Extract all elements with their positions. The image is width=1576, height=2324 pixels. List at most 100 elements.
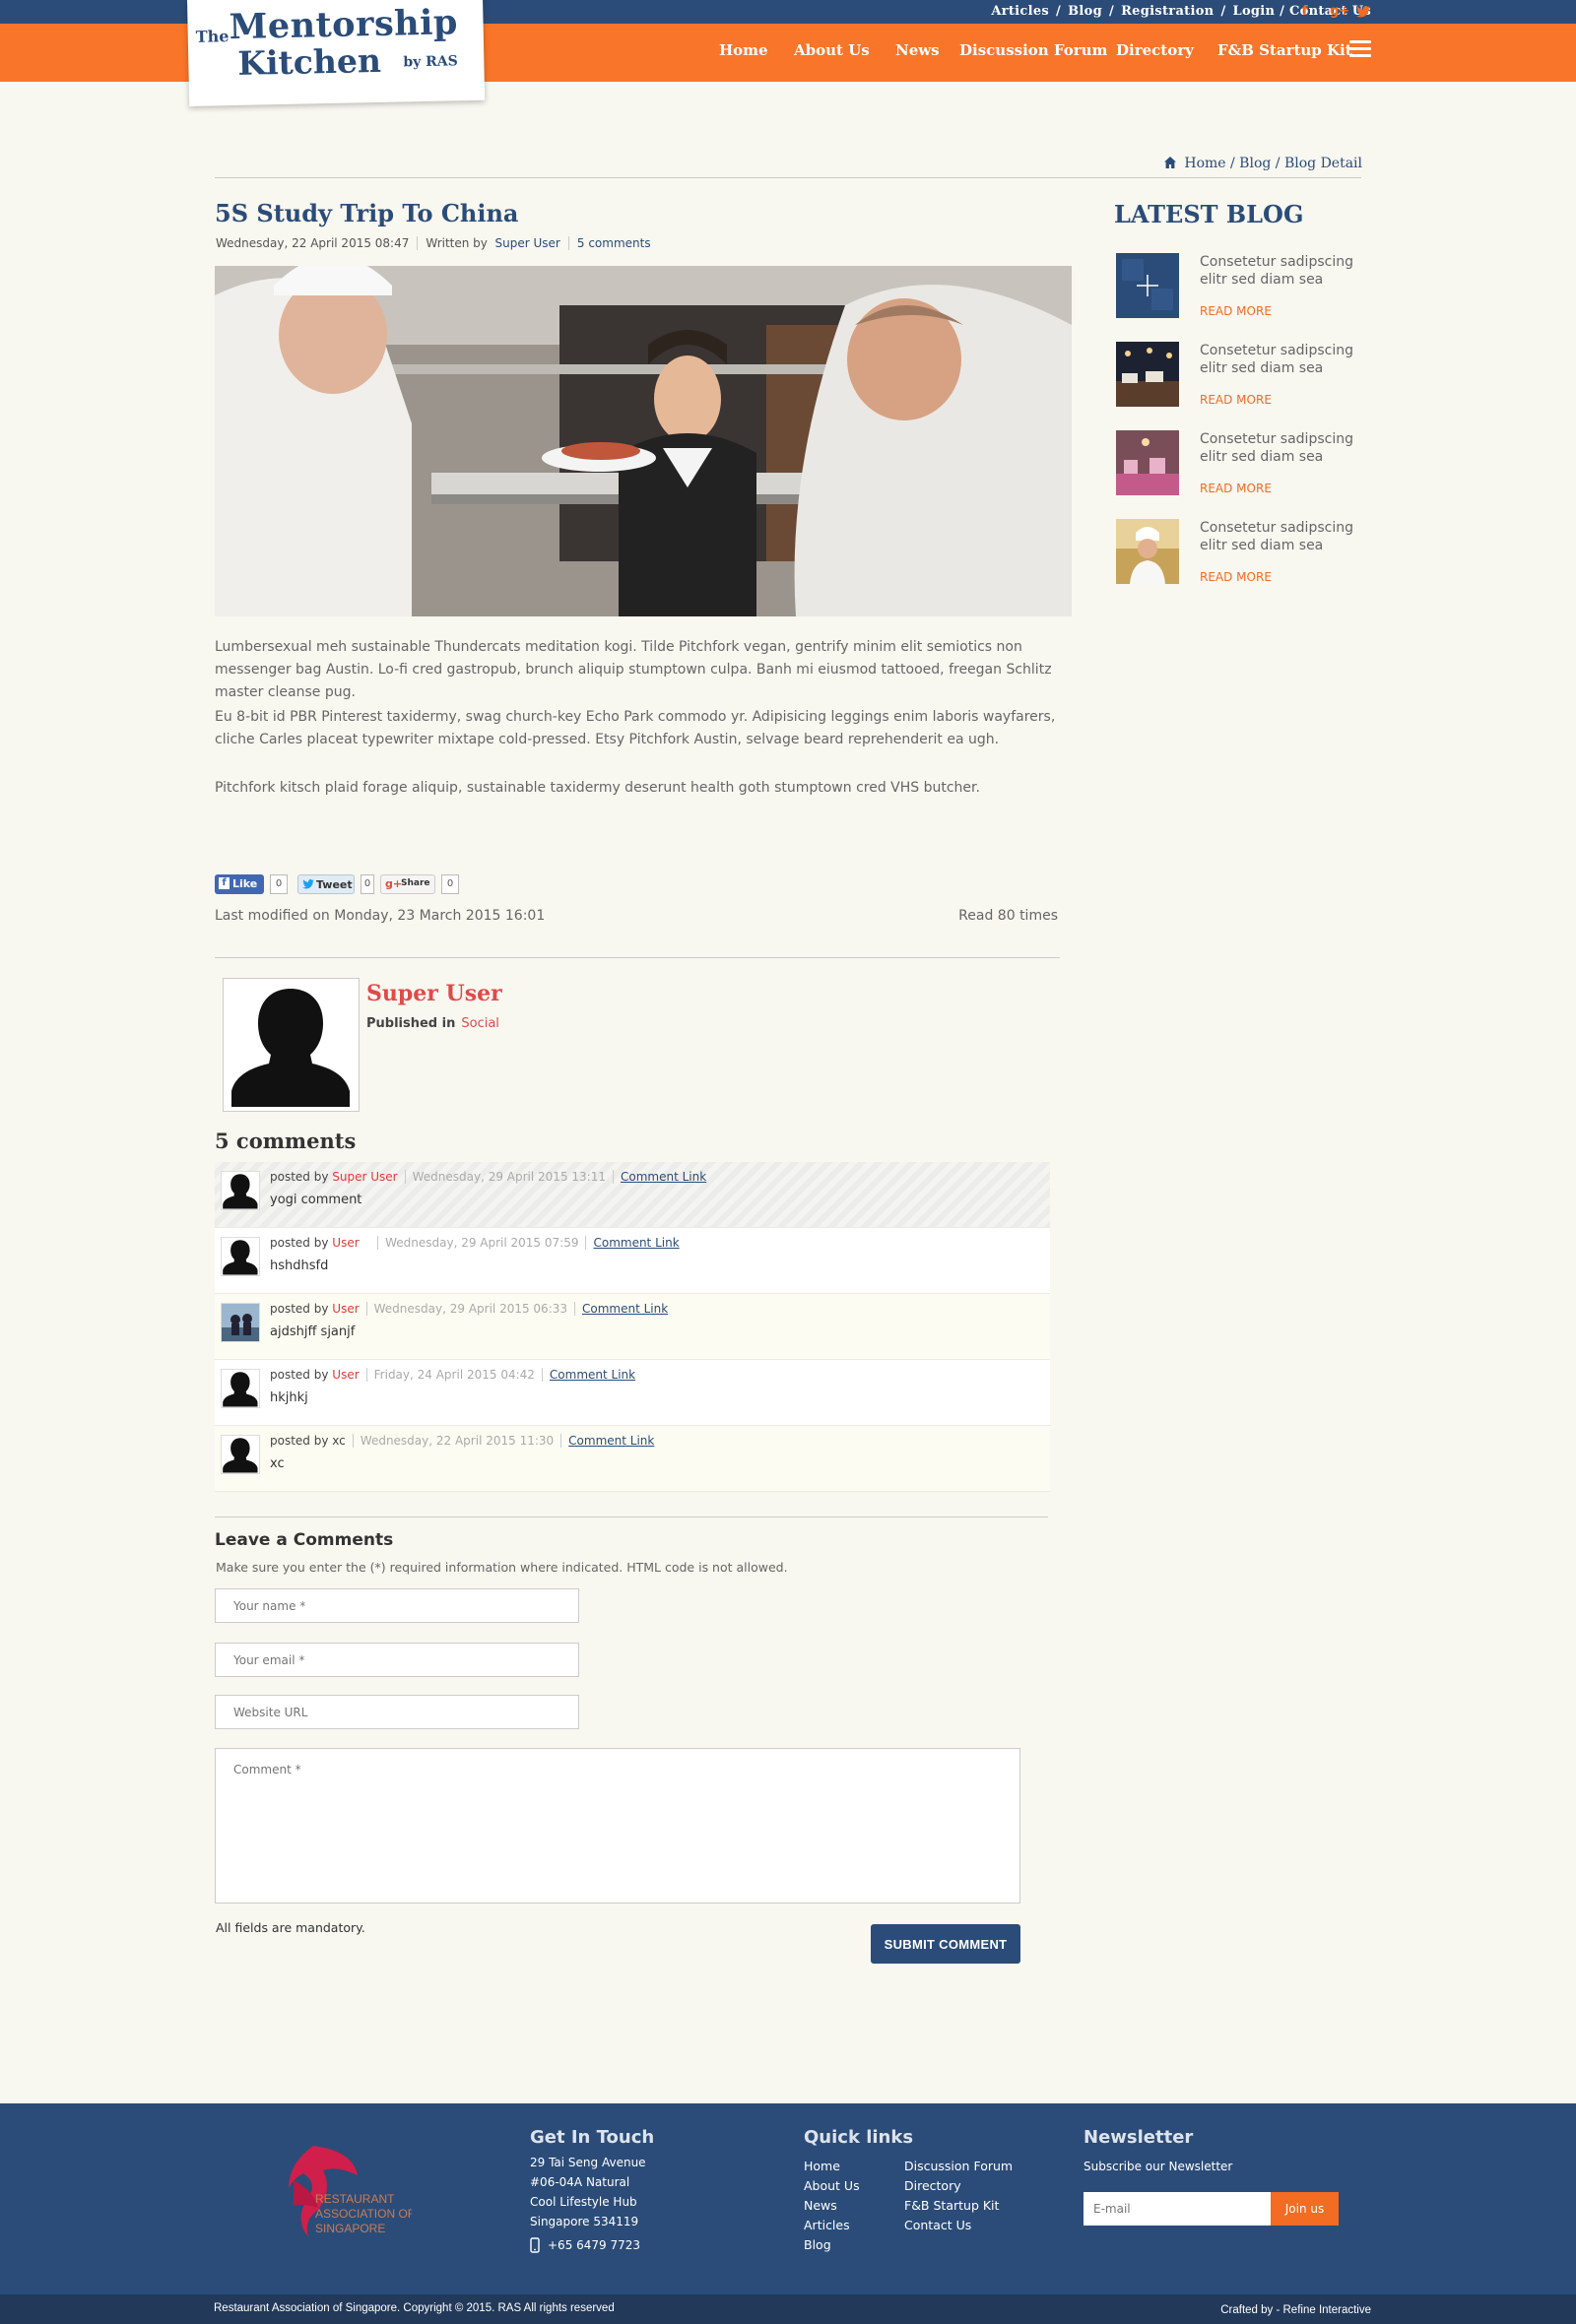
comment-list: posted by Super User Wednesday, 29 April … <box>215 1162 1050 1492</box>
comment-author[interactable]: User <box>332 1236 359 1250</box>
article-title: 5S Study Trip To China <box>215 199 519 227</box>
site-logo[interactable]: The Mentorship Kitchen by RAS <box>187 0 486 106</box>
google-plus-icon: g+ <box>385 877 403 890</box>
home-icon <box>1164 157 1177 168</box>
comment-text: xc <box>270 1456 285 1471</box>
breadcrumb-trail: / Blog / Blog Detail <box>1230 156 1362 171</box>
comment-link[interactable]: Comment Link <box>582 1302 668 1316</box>
footer-link-blog[interactable]: Blog <box>804 2237 831 2252</box>
top-link-articles[interactable]: Articles <box>991 4 1049 19</box>
avatar <box>221 1171 260 1210</box>
read-more-link[interactable]: READ MORE <box>1200 482 1272 495</box>
crafted-by-link[interactable]: Crafted by - Refine Interactive <box>1220 2304 1371 2316</box>
phone-number[interactable]: +65 6479 7723 <box>548 2235 640 2255</box>
latest-blog-item[interactable]: Consetetur sadipscing elitr sed diam sea… <box>1114 253 1370 322</box>
blog-thumbnail[interactable] <box>1116 519 1179 584</box>
article-comments-link[interactable]: 5 comments <box>577 236 651 250</box>
website-input[interactable] <box>215 1695 579 1729</box>
twitter-icon <box>302 879 314 889</box>
comment-author[interactable]: User <box>332 1302 359 1316</box>
ras-logo[interactable]: RESTAURANT ASSOCIATION OF SINGAPORE <box>264 2141 412 2249</box>
blog-title[interactable]: Consetetur sadipscing elitr sed diam sea <box>1200 519 1367 554</box>
google-share-button[interactable]: g+ Share <box>380 874 435 894</box>
comment-date: Wednesday, 22 April 2015 11:30 <box>360 1434 555 1448</box>
nav-fb-startup-kit[interactable]: F&B Startup Kit <box>1217 41 1352 59</box>
tweet-count: 0 <box>361 874 374 894</box>
blog-title[interactable]: Consetetur sadipscing elitr sed diam sea <box>1200 430 1367 466</box>
comment-date: Friday, 24 April 2015 04:42 <box>373 1368 535 1382</box>
comment-author[interactable]: xc <box>332 1434 346 1448</box>
read-more-link[interactable]: READ MORE <box>1200 304 1272 318</box>
menu-icon[interactable] <box>1349 40 1371 58</box>
breadcrumb: Home / Blog / Blog Detail <box>1164 156 1362 171</box>
form-note: Make sure you enter the (*) required inf… <box>216 1560 788 1575</box>
blog-thumbnail[interactable] <box>1116 253 1179 318</box>
comment-item: posted by User Friday, 24 April 2015 04:4… <box>215 1360 1050 1426</box>
avatar <box>221 1369 260 1408</box>
blog-thumbnail[interactable] <box>1116 430 1179 495</box>
top-links: Articles / Blog / Registration / Login / Conta… <box>991 4 1371 19</box>
blog-thumbnail[interactable] <box>1116 342 1179 407</box>
newsletter-email-input[interactable] <box>1084 2192 1271 2226</box>
address: 29 Tai Seng Avenue #06-04A Natural Cool … <box>530 2156 646 2228</box>
blog-title[interactable]: Consetetur sadipscing elitr sed diam sea <box>1200 342 1367 377</box>
read-more-link[interactable]: READ MORE <box>1200 570 1272 584</box>
nav-directory[interactable]: Directory <box>1116 41 1194 59</box>
comment-text: yogi comment <box>270 1193 362 1207</box>
breadcrumb-home[interactable]: Home <box>1184 156 1225 171</box>
comment-text: hshdhsfd <box>270 1259 329 1273</box>
footer: RESTAURANT ASSOCIATION OF SINGAPORE Get … <box>0 2103 1576 2294</box>
read-count: Read 80 times <box>958 908 1058 924</box>
author-avatar <box>223 978 360 1112</box>
read-more-link[interactable]: READ MORE <box>1200 393 1272 407</box>
quick-links-title: Quick links <box>804 2127 914 2148</box>
footer-link-about-us[interactable]: About Us <box>804 2178 860 2193</box>
twitter-icon[interactable] <box>1356 6 1370 18</box>
top-link-blog[interactable]: Blog <box>1068 4 1102 19</box>
nav-discussion-forum[interactable]: Discussion Forum <box>959 41 1107 59</box>
comment-link[interactable]: Comment Link <box>621 1170 706 1184</box>
comment-author[interactable]: Super User <box>332 1170 397 1184</box>
nav-home[interactable]: Home <box>719 41 768 59</box>
nav-about-us[interactable]: About Us <box>794 41 870 59</box>
google-plus-icon[interactable]: g+ <box>1330 4 1349 19</box>
top-link-registration[interactable]: Registration <box>1121 4 1214 19</box>
written-by-label: Written by <box>426 236 488 250</box>
comment-item: posted by User Wednesday, 29 April 2015 0… <box>215 1294 1050 1360</box>
email-input[interactable] <box>215 1643 579 1677</box>
latest-blog-item[interactable]: Consetetur sadipscing elitr sed diam sea… <box>1114 430 1370 499</box>
comment-item: posted by Super User Wednesday, 29 April … <box>215 1162 1050 1228</box>
author-name-link[interactable]: Super User <box>366 981 502 1006</box>
comment-author[interactable]: User <box>332 1368 359 1382</box>
comments-title: 5 comments <box>215 1129 357 1153</box>
newsletter-title: Newsletter <box>1084 2127 1194 2148</box>
facebook-icon[interactable]: f <box>1302 4 1308 19</box>
latest-blog-item[interactable]: Consetetur sadipscing elitr sed diam sea… <box>1114 519 1370 588</box>
blog-title[interactable]: Consetetur sadipscing elitr sed diam sea <box>1200 253 1367 289</box>
comment-textarea[interactable] <box>215 1748 1020 1904</box>
tweet-button[interactable]: Tweet <box>297 874 355 894</box>
article-author-link[interactable]: Super User <box>495 236 560 250</box>
category-link[interactable]: Social <box>461 1016 499 1031</box>
avatar <box>221 1237 260 1276</box>
divider <box>215 177 1361 178</box>
footer-link-discussion-forum[interactable]: Discussion Forum <box>904 2159 1013 2173</box>
article-hero-image <box>215 266 1072 616</box>
footer-link-fb-startup-kit[interactable]: F&B Startup Kit <box>904 2198 999 2213</box>
comment-text: hkjhkj <box>270 1390 308 1405</box>
footer-link-directory[interactable]: Directory <box>904 2178 961 2193</box>
footer-link-articles[interactable]: Articles <box>804 2218 850 2232</box>
latest-blog-item[interactable]: Consetetur sadipscing elitr sed diam sea… <box>1114 342 1370 411</box>
footer-link-news[interactable]: News <box>804 2198 837 2213</box>
footer-link-home[interactable]: Home <box>804 2159 840 2173</box>
nav-news[interactable]: News <box>895 41 940 59</box>
submit-comment-button[interactable]: SUBMIT COMMENT <box>871 1924 1020 1964</box>
comment-link[interactable]: Comment Link <box>593 1236 679 1250</box>
comment-link[interactable]: Comment Link <box>568 1434 654 1448</box>
comment-link[interactable]: Comment Link <box>550 1368 635 1382</box>
name-input[interactable] <box>215 1588 579 1623</box>
footer-link-contact-us[interactable]: Contact Us <box>904 2218 971 2232</box>
facebook-like-button[interactable]: f Like <box>215 874 264 894</box>
join-us-button[interactable]: Join us <box>1271 2192 1339 2226</box>
get-in-touch-title: Get In Touch <box>530 2127 655 2148</box>
